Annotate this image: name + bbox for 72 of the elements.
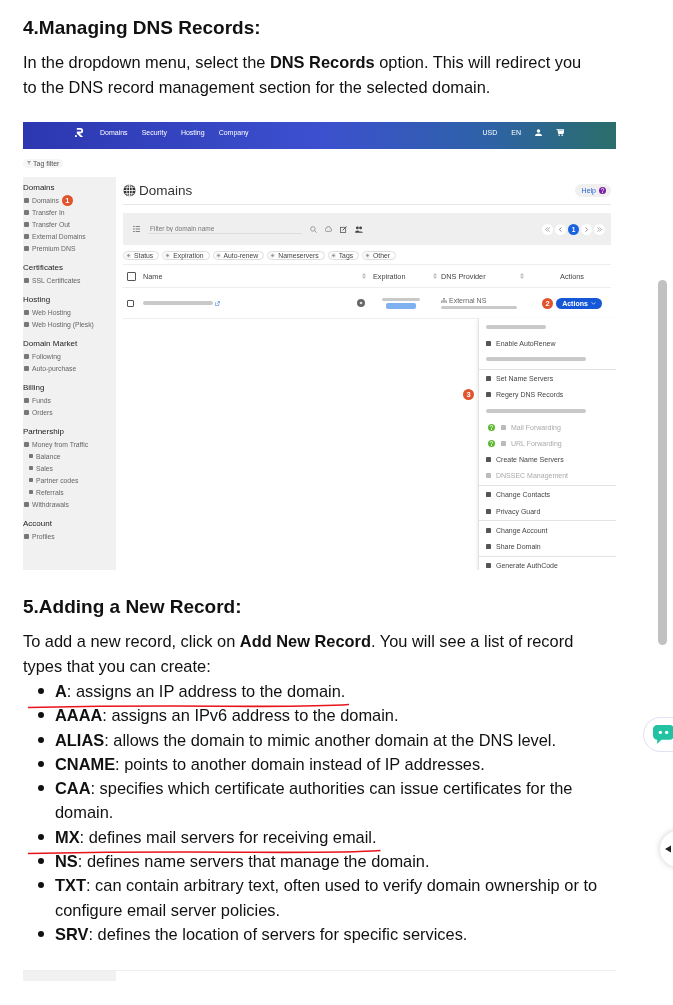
sidebar-heading: Domain Market <box>23 338 79 350</box>
double-chevron-right-icon <box>597 226 602 232</box>
bullet-icon <box>38 930 44 937</box>
cloud-icon[interactable] <box>325 226 332 232</box>
list-item-text: MX: defines mail servers for receiving email. <box>55 827 377 846</box>
blurred-text <box>486 325 546 330</box>
globe-icon <box>123 184 136 197</box>
plus-icon <box>330 252 336 258</box>
list-item-text: TXT: can contain arbitrary text, often used to verify domain ownership or to configure email server policies. <box>55 876 598 919</box>
last-page-button[interactable] <box>594 223 605 235</box>
bullet-icon <box>38 785 44 792</box>
list-item-text: CNAME: points to another domain instead of IP addresses. <box>55 754 485 773</box>
sidebar-heading: Billing <box>23 382 46 394</box>
list-item-text: NS: defines name servers that manage the domain. <box>55 852 430 871</box>
page-title: Domains <box>139 183 193 198</box>
chat-icon <box>653 725 673 744</box>
section-heading: 5.Adding a New Record: <box>23 595 243 619</box>
bullet-icon <box>38 858 44 865</box>
bullet-icon <box>38 760 44 767</box>
user-icon[interactable] <box>535 129 542 136</box>
chat-widget-button[interactable] <box>643 717 673 752</box>
blurred-text <box>143 301 213 305</box>
filter-icon <box>27 161 31 165</box>
list-item-text: ALIAS: allows the domain to mimic another domain at the DNS level. <box>55 730 557 749</box>
plus-icon <box>270 252 276 258</box>
sort-icon[interactable] <box>362 273 366 279</box>
scrollbar[interactable] <box>658 280 667 645</box>
previous-page-button[interactable] <box>555 223 566 235</box>
cart-icon[interactable] <box>556 129 564 136</box>
bullet-icon <box>38 688 44 694</box>
edit-icon[interactable] <box>340 225 347 233</box>
plus-icon <box>215 252 221 258</box>
network-icon <box>441 298 447 303</box>
bullet-icon <box>38 712 44 719</box>
section-heading: 4.Managing DNS Records: <box>23 16 262 40</box>
list-item-text: SRV: defines the location of servers for specific services. <box>55 924 468 943</box>
left-arrow-icon <box>665 845 673 853</box>
list-item-text: A: assigns an IP address to the domain. <box>55 682 346 700</box>
bullet-icon <box>38 736 44 743</box>
chevron-down-icon <box>590 301 596 305</box>
circle-icon <box>357 299 365 307</box>
sidebar-heading: Account <box>23 518 53 530</box>
help-icon <box>599 187 606 194</box>
first-page-button[interactable] <box>542 223 553 235</box>
blurred-text <box>381 297 420 301</box>
plus-icon <box>126 252 131 258</box>
paragraph: To add a new record, click on Add New Record. You will see a list of record types that you can create: <box>23 631 575 677</box>
sort-icon[interactable] <box>432 273 437 279</box>
next-page-button[interactable] <box>581 223 592 235</box>
external-link-icon[interactable] <box>215 300 220 306</box>
double-chevron-left-icon <box>545 226 550 232</box>
sidebar-heading: Hosting <box>23 294 52 306</box>
bullet-icon <box>38 833 44 840</box>
users-icon[interactable] <box>355 225 363 233</box>
list-item-text: AAAA: assigns an IPv6 address to the domain. <box>55 706 399 725</box>
logo-icon <box>75 127 84 138</box>
plus-icon <box>165 252 171 258</box>
checkbox[interactable] <box>127 299 134 307</box>
sidebar-heading: Domains <box>23 182 56 194</box>
checkbox[interactable] <box>127 271 136 281</box>
chevron-left-icon <box>558 226 563 232</box>
blurred-badge <box>385 302 416 309</box>
chevron-right-icon <box>584 226 589 232</box>
paragraph: In the dropdown menu, select the DNS Records option. This will redirect you to the DNS record management section for the selected domain. <box>23 52 583 98</box>
plus-icon <box>365 252 371 258</box>
sort-icon[interactable] <box>520 273 524 279</box>
list-icon <box>133 226 140 232</box>
bullet-icon <box>38 882 44 889</box>
sidebar-heading: Partnership <box>23 426 65 438</box>
list-item-text: CAA: specifies which certificate authorities can issue certificates for the domain. <box>55 779 573 822</box>
sidebar-heading: Certificates <box>23 262 64 274</box>
search-icon[interactable] <box>310 225 317 233</box>
